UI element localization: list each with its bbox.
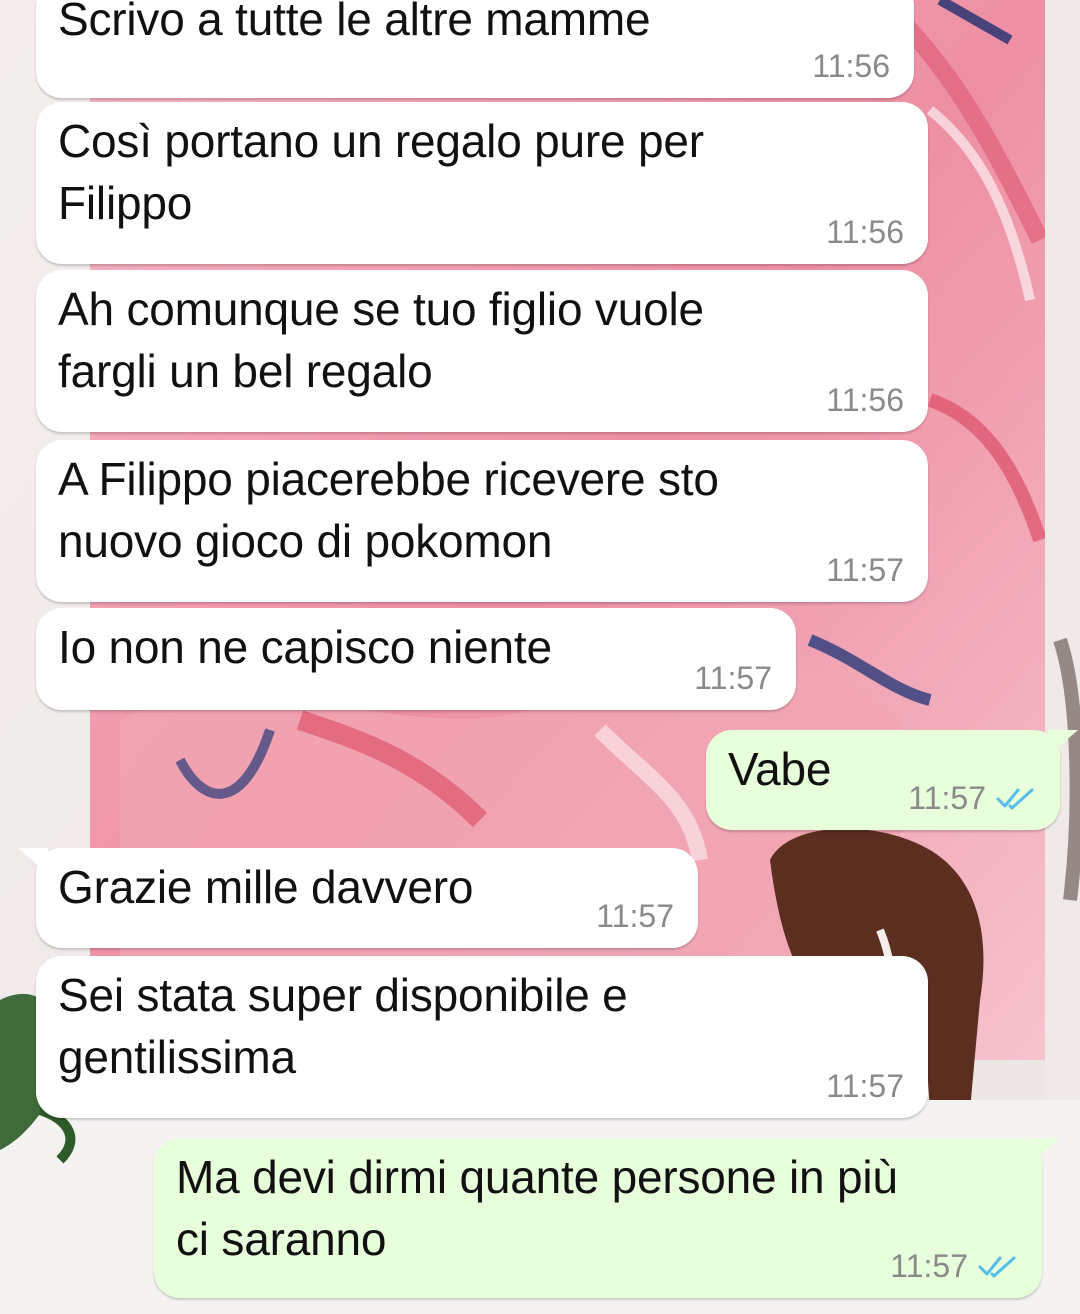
message-time: 11:56 [826, 382, 904, 418]
message-time: 11:57 [826, 1068, 904, 1104]
incoming-message-bubble[interactable]: Scrivo a tutte le altre mamme 11:56 [36, 0, 914, 98]
message-meta: 11:56 [812, 48, 890, 84]
message-time: 11:57 [596, 898, 674, 934]
message-text: Io non ne capisco niente [58, 621, 552, 673]
message-meta: 11:57 [826, 1068, 904, 1104]
message-meta: 11:57 [596, 898, 674, 934]
message-text: Grazie mille davvero [58, 861, 474, 913]
incoming-message-bubble[interactable]: Sei stata super disponibile e gentilissi… [36, 956, 928, 1118]
message-meta: 11:57 [826, 552, 904, 588]
outgoing-message-bubble[interactable]: Vabe 11:57 [706, 730, 1060, 830]
message-text: Così portano un regalo pure per Filippo [58, 115, 704, 229]
message-meta: 11:56 [826, 382, 904, 418]
message-time: 11:57 [890, 1248, 968, 1284]
message-text: Scrivo a tutte le altre mamme [58, 0, 651, 45]
message-time: 11:57 [826, 552, 904, 588]
message-meta: 11:56 [826, 214, 904, 250]
double-check-icon [978, 1256, 1016, 1278]
double-check-icon [996, 788, 1034, 810]
outgoing-message-bubble[interactable]: Ma devi dirmi quante persone in più ci s… [154, 1138, 1042, 1298]
message-text: Ah comunque se tuo figlio vuole fargli u… [58, 283, 704, 397]
message-meta: 11:57 [908, 780, 1036, 816]
message-text: Sei stata super disponibile e gentilissi… [58, 969, 628, 1083]
message-meta: 11:57 [694, 660, 772, 696]
message-time: 11:56 [826, 214, 904, 250]
message-time: 11:57 [908, 780, 986, 816]
message-time: 11:56 [812, 48, 890, 84]
message-time: 11:57 [694, 660, 772, 696]
incoming-message-bubble[interactable]: Così portano un regalo pure per Filippo 1… [36, 102, 928, 264]
message-text: A Filippo piacerebbe ricevere sto nuovo … [58, 453, 719, 567]
incoming-message-bubble[interactable]: Grazie mille davvero 11:57 [36, 848, 698, 948]
message-meta: 11:57 [890, 1248, 1018, 1284]
incoming-message-bubble[interactable]: Ah comunque se tuo figlio vuole fargli u… [36, 270, 928, 432]
incoming-message-bubble[interactable]: A Filippo piacerebbe ricevere sto nuovo … [36, 440, 928, 602]
incoming-message-bubble[interactable]: Io non ne capisco niente 11:57 [36, 608, 796, 710]
